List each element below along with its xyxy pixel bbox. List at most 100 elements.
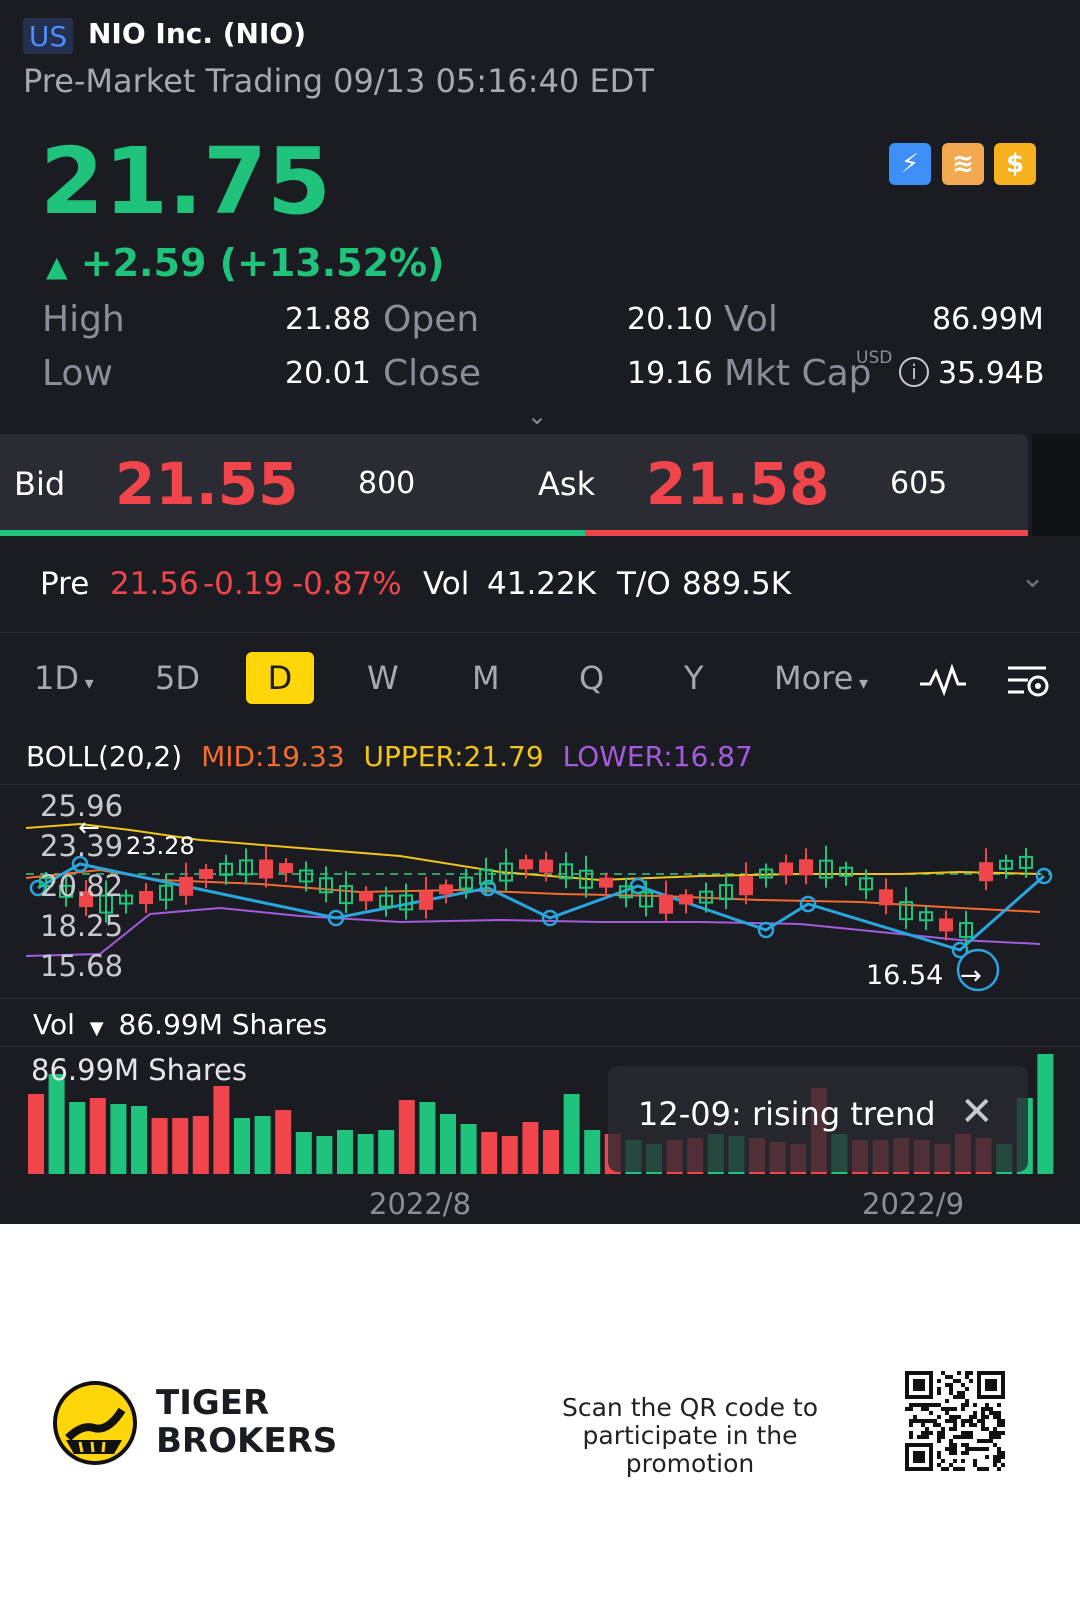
qr-module (993, 1463, 997, 1467)
qr-module (921, 1435, 925, 1439)
qr-module (921, 1431, 925, 1435)
close-value: 19.16 (627, 356, 713, 391)
qr-module (993, 1455, 997, 1459)
bid-price: 21.55 (115, 450, 299, 518)
qr-module (917, 1419, 921, 1423)
premarket-label: Pre (40, 566, 90, 602)
qr-module (1001, 1431, 1005, 1435)
qr-module (949, 1419, 953, 1423)
qr-module (989, 1431, 993, 1435)
volume-bar (131, 1106, 147, 1174)
qr-module (969, 1415, 973, 1419)
volume-legend[interactable]: Vol ▼ 86.99M Shares (33, 1006, 327, 1048)
qr-module (993, 1443, 997, 1447)
qr-module (937, 1451, 941, 1455)
volume-bar (28, 1094, 44, 1174)
mktcap-label: Mkt Cap (724, 353, 872, 394)
qr-module (953, 1447, 957, 1451)
expand-chevron-icon[interactable]: ⌄ (527, 402, 547, 430)
qr-module (941, 1431, 945, 1435)
qr-module (953, 1423, 957, 1427)
qr-module (949, 1391, 953, 1395)
qr-module (961, 1419, 965, 1423)
premarket-vol-label: Vol (423, 566, 470, 602)
volume-value: 86.99M Shares (118, 1008, 328, 1041)
volume-bar (1037, 1054, 1054, 1174)
qr-module (965, 1419, 969, 1423)
qr-module (933, 1419, 937, 1423)
tab-d[interactable]: D (246, 652, 314, 704)
qr-module (973, 1403, 977, 1407)
mktcap-currency: USD (856, 348, 893, 368)
lightning-icon[interactable]: ⚡ (889, 143, 931, 185)
bid-quantity: 800 (358, 466, 416, 501)
volume-axis-label: 86.99M Shares (31, 1053, 247, 1087)
tab-y[interactable]: Y (684, 652, 704, 704)
qr-module (937, 1455, 941, 1459)
qr-module (985, 1403, 989, 1407)
info-icon[interactable]: i (899, 357, 929, 387)
tab-1d[interactable]: 1D ▾ (34, 652, 94, 704)
volume-bar (481, 1132, 498, 1174)
volume-bar (89, 1098, 106, 1174)
qr-module (969, 1447, 973, 1451)
tab-5d[interactable]: 5D (155, 652, 200, 704)
volume-bar (357, 1134, 374, 1174)
qr-module (917, 1435, 921, 1439)
chart-settings-icon[interactable] (1006, 660, 1052, 706)
qr-module (981, 1407, 985, 1411)
tab-w[interactable]: W (367, 652, 399, 704)
volume-bar (378, 1130, 395, 1174)
volume-bar (213, 1086, 230, 1174)
qr-module (949, 1375, 953, 1379)
qr-code-icon[interactable] (902, 1368, 1008, 1474)
volume-bar (501, 1136, 518, 1174)
qr-module (929, 1411, 933, 1415)
qr-module (949, 1383, 953, 1387)
qr-module (961, 1407, 965, 1411)
stack-icon[interactable]: ≋ (942, 143, 984, 185)
tiger-brokers-logo-icon (52, 1380, 138, 1470)
tab-m[interactable]: M (472, 652, 500, 704)
qr-finder (985, 1379, 997, 1391)
volume-bar (419, 1102, 436, 1174)
qr-module (961, 1435, 965, 1439)
signal-tooltip[interactable]: 12-09: rising trend ✕ (608, 1066, 1028, 1172)
candle (799, 859, 813, 876)
tab-q[interactable]: Q (579, 652, 604, 704)
volume-label: Vol (33, 1008, 75, 1041)
qr-module (945, 1447, 949, 1451)
qr-module (981, 1427, 985, 1431)
qr-module (997, 1467, 1001, 1471)
close-icon[interactable]: ✕ (960, 1088, 994, 1136)
candle (139, 891, 153, 905)
qr-module (957, 1371, 961, 1375)
qr-module (953, 1395, 957, 1399)
candlestick-chart[interactable]: 25.96 23.39 20.82 18.25 15.68 ← 23.28 16… (0, 784, 1080, 998)
qr-module (941, 1435, 945, 1439)
bid-label: Bid (14, 465, 66, 503)
qr-module (977, 1439, 981, 1443)
tooltip-text: 12-09: rising trend (638, 1095, 936, 1133)
ask-quantity: 605 (890, 466, 948, 501)
tab-more[interactable]: More ▾ (774, 652, 868, 704)
chevron-down-icon[interactable]: ⌄ (1020, 546, 1045, 610)
qr-module (953, 1459, 957, 1463)
qr-module (925, 1427, 929, 1431)
qr-module (969, 1419, 973, 1423)
qr-module (973, 1423, 977, 1427)
divider (0, 632, 1080, 633)
volume-bar (337, 1130, 353, 1174)
qr-module (973, 1463, 977, 1467)
volume-bar (522, 1122, 539, 1174)
qr-module (981, 1439, 985, 1443)
premarket-row[interactable]: Pre 21.56 -0.19 -0.87% Vol 41.22K T/O 88… (0, 552, 1080, 632)
qr-module (925, 1403, 929, 1407)
qr-module (965, 1403, 969, 1407)
open-value: 20.10 (627, 302, 713, 337)
qr-module (937, 1463, 941, 1467)
dollar-icon[interactable]: $ (994, 143, 1036, 185)
indicator-wave-icon[interactable] (918, 660, 968, 704)
low-mark-label: 16.54 (866, 960, 943, 991)
qr-module (973, 1447, 977, 1451)
